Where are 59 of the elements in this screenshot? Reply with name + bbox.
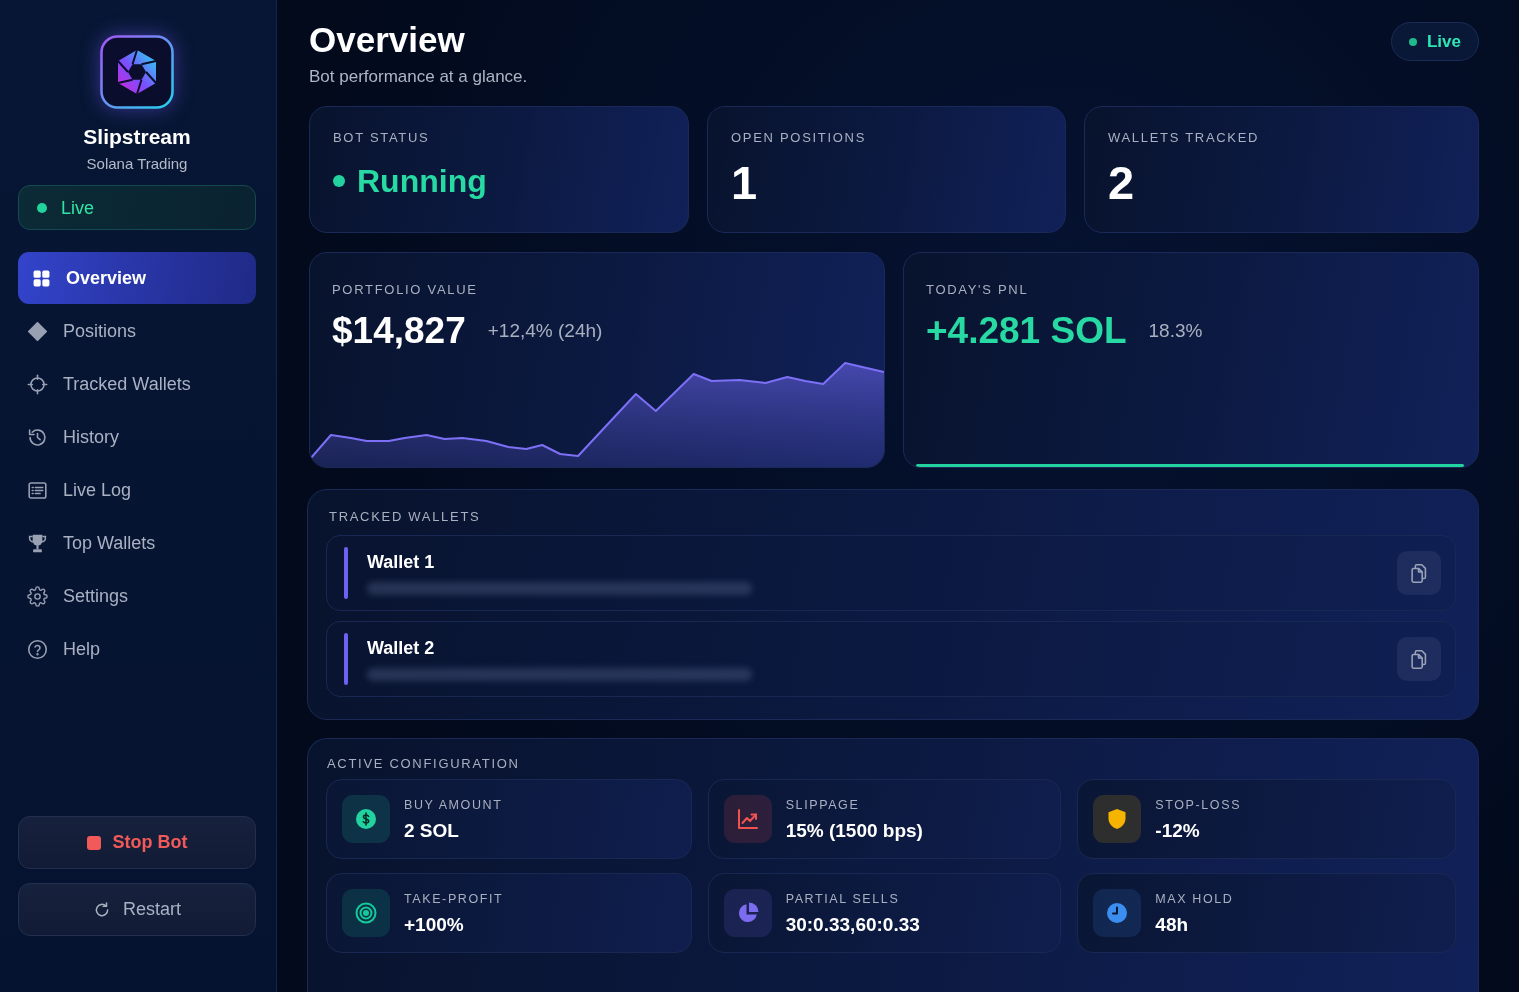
refresh-icon	[93, 900, 111, 919]
nav-item[interactable]: Tracked Wallets	[18, 358, 256, 410]
config-label: SLIPPAGE	[785, 796, 861, 813]
config-value: 30:0.33,60:0.33	[785, 912, 920, 936]
nav-item[interactable]: Top Wallets	[18, 517, 256, 569]
brand-name: Slipstream	[83, 124, 191, 150]
stop-button[interactable]: Stop Bot	[18, 816, 256, 869]
wallet-accent-bar	[344, 633, 348, 685]
diamond-icon	[27, 320, 48, 342]
card-label: PORTFOLIO VALUE	[332, 281, 479, 299]
nav-item[interactable]: Settings	[18, 570, 256, 622]
list-icon	[27, 479, 48, 501]
portfolio-value: $14,827	[332, 309, 466, 353]
config-label: STOP-LOSS	[1155, 796, 1242, 813]
config-label: BUY AMOUNT	[404, 796, 503, 813]
status-label: Live	[61, 196, 95, 219]
config-label: MAX HOLD	[1155, 890, 1234, 907]
nav-item[interactable]: History	[18, 411, 256, 463]
config-value: 15% (1500 bps)	[785, 818, 923, 842]
brand-tagline: Solana Trading	[86, 154, 188, 174]
page-subtitle: Bot performance at a glance.	[309, 66, 528, 88]
stat-label: OPEN POSITIONS	[731, 129, 868, 147]
history-icon	[27, 426, 48, 448]
pnl-percent: 18.3%	[1148, 320, 1203, 342]
restart-button[interactable]: Restart	[18, 883, 256, 936]
config-value: +100%	[404, 912, 465, 936]
copy-button[interactable]	[1397, 551, 1441, 595]
status-dot-icon	[333, 175, 345, 187]
wallet-name: Wallet 2	[367, 637, 436, 659]
nav-item[interactable]: Overview	[18, 252, 256, 304]
config-label: PARTIAL SELLS	[785, 890, 901, 907]
stat-label: BOT STATUS	[333, 129, 431, 147]
config-value: 48h	[1155, 912, 1190, 936]
section-title: ACTIVE CONFIGURATION	[326, 755, 521, 773]
status-label: Live	[1426, 30, 1461, 53]
card-label: TODAY'S PNL	[926, 281, 1030, 299]
pnl-value: +4.281 SOL	[926, 309, 1127, 353]
settings-icon	[27, 585, 48, 607]
nav-item[interactable]: Help	[18, 623, 256, 675]
copy-button[interactable]	[1397, 637, 1441, 681]
stat-value: 1	[731, 156, 759, 210]
config-value: -12%	[1155, 818, 1201, 842]
stat-value: Running	[357, 163, 487, 199]
config-value: 2 SOL	[404, 818, 460, 842]
stat-label: WALLETS TRACKED	[1108, 129, 1261, 147]
grid-icon	[32, 268, 51, 288]
portfolio-change: +12,4% (24h)	[487, 320, 603, 342]
section-title: TRACKED WALLETS	[328, 508, 482, 526]
stop-icon	[86, 835, 101, 850]
config-label: TAKE-PROFIT	[404, 890, 504, 907]
trophy-icon	[27, 532, 48, 554]
wallet-name: Wallet 1	[367, 551, 436, 573]
help-icon	[27, 638, 48, 660]
nav-item[interactable]: Positions	[18, 305, 256, 357]
nav-item[interactable]: Live Log	[18, 464, 256, 516]
crosshair-icon	[27, 373, 48, 395]
page-title: Overview	[309, 20, 466, 60]
wallet-accent-bar	[344, 547, 348, 599]
stat-value: 2	[1108, 156, 1136, 210]
